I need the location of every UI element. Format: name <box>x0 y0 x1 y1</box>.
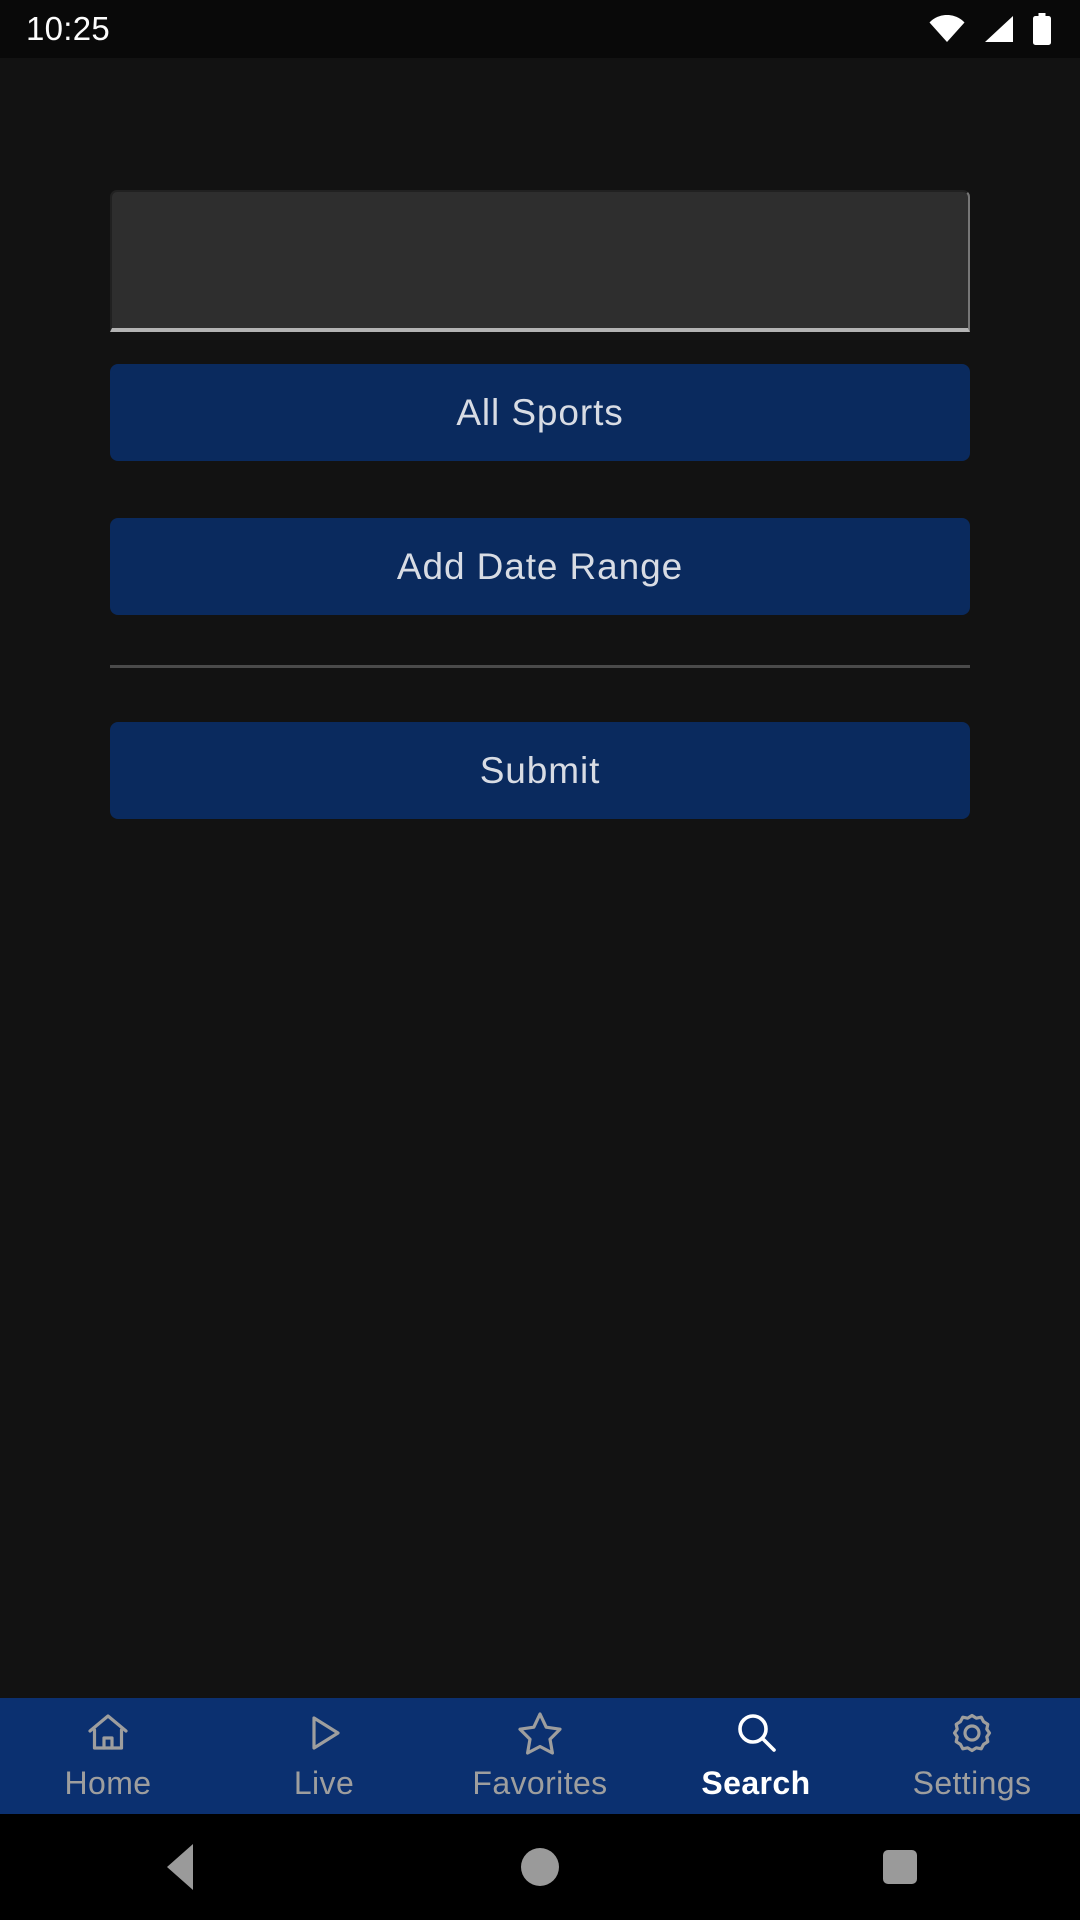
submit-button[interactable]: Submit <box>110 722 970 819</box>
cellular-signal-icon <box>983 15 1015 43</box>
system-navigation-bar <box>0 1814 1080 1920</box>
star-icon <box>517 1711 563 1755</box>
app-screen: 10:25 All Sports Add Date Range Submit H… <box>0 0 1080 1920</box>
battery-icon <box>1032 13 1052 45</box>
tab-home[interactable]: Home <box>0 1698 216 1814</box>
sport-filter-button[interactable]: All Sports <box>110 364 970 461</box>
search-form: All Sports Add Date Range Submit <box>0 58 1080 1698</box>
status-icons <box>928 13 1052 45</box>
status-clock: 10:25 <box>26 10 111 47</box>
form-divider <box>110 665 970 668</box>
back-triangle-icon <box>167 1844 193 1890</box>
gear-icon <box>950 1711 994 1755</box>
play-icon <box>303 1711 345 1755</box>
tab-search[interactable]: Search <box>648 1698 864 1814</box>
recents-button[interactable] <box>720 1814 1080 1920</box>
tab-home-label: Home <box>64 1764 152 1801</box>
back-button[interactable] <box>0 1814 360 1920</box>
wifi-icon <box>928 15 966 43</box>
add-date-range-button[interactable]: Add Date Range <box>110 518 970 615</box>
tab-live-label: Live <box>293 1764 355 1801</box>
recents-square-icon <box>883 1850 917 1884</box>
home-icon <box>86 1711 130 1755</box>
search-icon <box>734 1711 778 1755</box>
status-bar: 10:25 <box>0 0 1080 58</box>
tab-settings[interactable]: Settings <box>864 1698 1080 1814</box>
tab-settings-label: Settings <box>912 1764 1032 1801</box>
tab-search-label: Search <box>701 1764 811 1801</box>
home-circle-icon <box>521 1848 559 1886</box>
tab-live[interactable]: Live <box>216 1698 432 1814</box>
home-button[interactable] <box>360 1814 720 1920</box>
search-query-input[interactable] <box>110 190 970 332</box>
tab-favorites-label: Favorites <box>472 1764 608 1801</box>
bottom-tab-bar: Home Live Favorites Search Settings <box>0 1698 1080 1814</box>
tab-favorites[interactable]: Favorites <box>432 1698 648 1814</box>
